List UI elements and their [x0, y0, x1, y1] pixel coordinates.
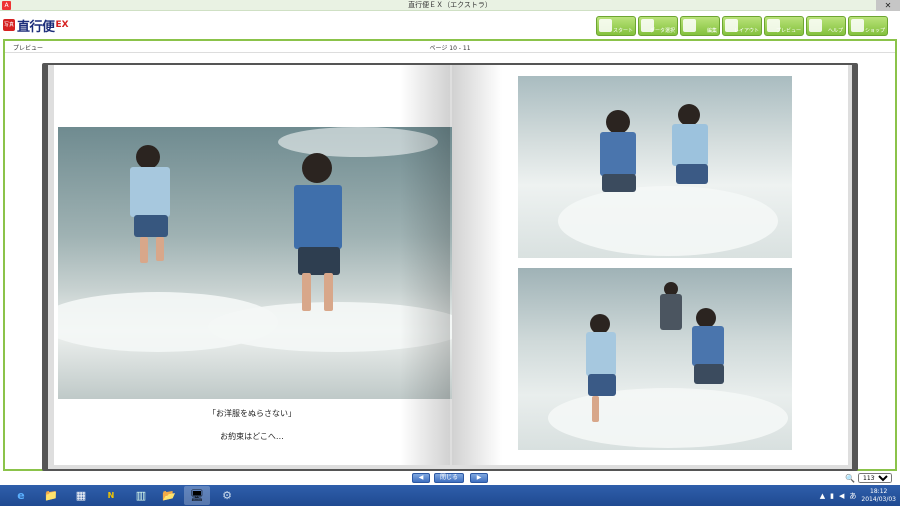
- preview-frame: プレビュー ページ 10 - 11 「お洋服をぬらさない」 お約束はどこへ…: [3, 39, 897, 471]
- start-button[interactable]: スタート: [596, 16, 636, 36]
- app-n-icon[interactable]: N: [98, 486, 124, 505]
- zoom-select[interactable]: 113%: [858, 473, 892, 483]
- close-preview-button[interactable]: 閉じる: [434, 473, 464, 483]
- right-page-photo-bottom[interactable]: [518, 268, 792, 450]
- data-select-button-label: データ選択: [649, 28, 675, 34]
- child-leg: [592, 396, 599, 422]
- tray-arrow-icon[interactable]: ▲: [820, 492, 825, 500]
- folder-icon[interactable]: 📂: [156, 486, 182, 505]
- child-shirt: [672, 124, 708, 166]
- child-shirt: [586, 332, 616, 376]
- taskbar: e 📁 ▦ N ▥ 📂 🖥 ⚙ ▲ ▮ ◀ あ 18:12 2014/03/03: [0, 485, 900, 506]
- edit-button[interactable]: 編集: [680, 16, 720, 36]
- page-navigation: ◀ 閉じる ▶ 🔍 113%: [0, 471, 900, 485]
- child-head: [606, 110, 630, 134]
- page-indicator: ページ 10 - 11: [429, 45, 471, 52]
- child-shirt: [294, 185, 342, 249]
- child-head: [136, 145, 160, 169]
- child-shirt: [600, 132, 636, 176]
- sea-background: [58, 127, 455, 399]
- network-icon[interactable]: ▮: [830, 492, 834, 500]
- chokkoubin-taskbar-icon[interactable]: 🖥: [184, 486, 210, 505]
- preview-button-label: プレビュー: [775, 28, 801, 34]
- child-head: [678, 104, 700, 126]
- shop-icon: [851, 19, 864, 32]
- child-head: [302, 153, 332, 183]
- store-icon[interactable]: ▦: [68, 486, 94, 505]
- child-shorts: [694, 364, 724, 384]
- child-shorts: [676, 164, 708, 184]
- right-gutter-shadow: [452, 65, 502, 465]
- child-shorts: [298, 247, 340, 275]
- settings-icon[interactable]: ⚙: [214, 486, 240, 505]
- logo-suffix: EX: [55, 20, 69, 30]
- child-shorts: [134, 215, 168, 237]
- clock[interactable]: 18:12 2014/03/03: [861, 488, 896, 504]
- app-window: A 直行便ＥＸ（エクストラ） ✕ 写真 直行便 EX スタート データ選択 編集…: [0, 0, 900, 506]
- layout-button[interactable]: レイアウト: [722, 16, 762, 36]
- edit-icon: [683, 19, 696, 32]
- photo-book: 「お洋服をぬらさない」 お約束はどこへ…: [42, 63, 858, 471]
- close-button[interactable]: ✕: [876, 0, 900, 11]
- prev-page-button[interactable]: ◀: [412, 473, 430, 483]
- clock-time: 18:12: [870, 487, 888, 495]
- caption-line-2: お約束はどこへ…: [220, 432, 284, 441]
- left-page-photo[interactable]: [58, 127, 455, 399]
- help-button-label: ヘルプ: [827, 28, 843, 34]
- explorer-icon[interactable]: 📁: [38, 486, 64, 505]
- child-shorts: [588, 374, 616, 396]
- app-logo: 写真 直行便 EX: [3, 14, 69, 36]
- child-shirt: [130, 167, 170, 217]
- help-button[interactable]: ヘルプ: [806, 16, 846, 36]
- child-leg: [156, 237, 164, 261]
- ime-indicator[interactable]: あ: [849, 491, 856, 501]
- child-head: [590, 314, 610, 334]
- volume-icon[interactable]: ◀: [839, 492, 844, 500]
- right-page[interactable]: [452, 65, 848, 465]
- child-leg: [140, 237, 148, 263]
- app-list-icon[interactable]: ▥: [128, 486, 154, 505]
- help-icon: [809, 19, 822, 32]
- caption-line-1: 「お洋服をぬらさない」: [208, 409, 296, 418]
- title-bar: A 直行便ＥＸ（エクストラ） ✕: [0, 0, 900, 11]
- preview-subheader: プレビュー ページ 10 - 11: [5, 41, 895, 53]
- layout-button-label: レイアウト: [733, 28, 759, 34]
- magnifier-icon: 🔍: [845, 473, 855, 483]
- child-head: [696, 308, 716, 328]
- shop-button-label: ショップ: [864, 28, 885, 34]
- left-page[interactable]: 「お洋服をぬらさない」 お約束はどこへ…: [54, 65, 455, 465]
- zoom-control: 🔍 113%: [845, 473, 892, 483]
- right-page-photo-top[interactable]: [518, 76, 792, 258]
- preview-button[interactable]: プレビュー: [764, 16, 804, 36]
- logo-name: 直行便: [17, 19, 55, 35]
- left-gutter-shadow: [400, 65, 450, 465]
- home-icon: [599, 19, 612, 32]
- child-leg: [324, 273, 333, 311]
- system-tray: ▲ ▮ ◀ あ 18:12 2014/03/03: [820, 485, 896, 506]
- person-body: [660, 294, 682, 330]
- child-shirt: [692, 326, 724, 366]
- wave-foam: [548, 388, 788, 448]
- next-page-button[interactable]: ▶: [470, 473, 488, 483]
- data-select-button[interactable]: データ選択: [638, 16, 678, 36]
- ie-icon[interactable]: e: [8, 486, 34, 505]
- window-title: 直行便ＥＸ（エクストラ）: [408, 1, 492, 9]
- logo-mark: 写真: [3, 19, 15, 31]
- edit-button-label: 編集: [706, 28, 717, 34]
- wave-foam: [558, 186, 778, 256]
- clock-date: 2014/03/03: [861, 495, 896, 503]
- start-button-label: スタート: [612, 28, 633, 34]
- child-leg: [302, 273, 311, 311]
- toolbar: 写真 直行便 EX スタート データ選択 編集 レイアウト プレビュー ヘルプ: [0, 11, 900, 39]
- child-shorts: [602, 174, 636, 192]
- shop-button[interactable]: ショップ: [848, 16, 888, 36]
